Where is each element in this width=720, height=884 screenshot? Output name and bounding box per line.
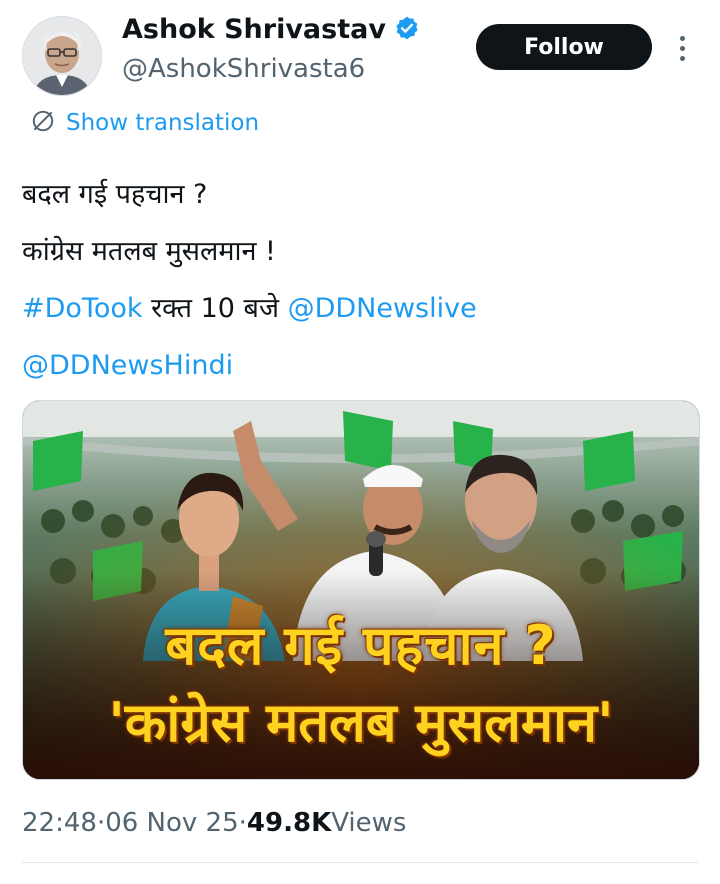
tweet-line-4: @DDNewsHindi [22,337,702,394]
show-translation-link[interactable]: Show translation [30,108,259,138]
author-handle[interactable]: @AshokShrivasta6 [122,54,365,84]
author-name-row[interactable]: Ashok Shrivastav [122,14,420,45]
more-vertical-icon [679,35,685,41]
more-options-button[interactable] [670,28,694,68]
mention-ddnewshindi-link[interactable]: @DDNewsHindi [22,350,233,381]
media-headline-1: बदल गई पहचान ? [165,614,557,677]
views-label: Views [331,808,407,838]
mention-ddnewslive-link[interactable]: @DDNewslive [288,293,477,324]
more-vertical-icon-dot [679,45,685,51]
tweet-line-3: #DoTook रक्त 10 बजे @DDNewslive [22,280,702,337]
views-count[interactable]: 49.8K [247,808,331,838]
tweet-date[interactable]: 06 Nov 25 [105,808,238,838]
divider [22,862,698,863]
media-headline-2: 'कांग्रेस मतलब मुसलमान' [108,691,614,754]
tweet-media-image[interactable]: बदल गई पहचान ? 'कांग्रेस मतलब मुसलमान' [22,400,700,780]
tweet-text: बदल गई पहचान ? कांग्रेस मतलब मुसलमान ! #… [22,166,702,394]
tweet-time-text: रक्त 10 बजे [142,293,288,324]
more-vertical-icon-dot [679,55,685,61]
translate-globe-icon [30,108,56,138]
tweet-time[interactable]: 22:48 [22,808,97,838]
follow-button[interactable]: Follow [476,24,652,70]
verified-badge-icon [394,15,420,45]
meta-separator: · [96,808,106,838]
meta-separator: · [238,808,247,838]
tweet-line-2: कांग्रेस मतलब मुसलमान ! [22,236,276,267]
avatar[interactable] [22,16,102,96]
hashtag-link[interactable]: #DoTook [22,293,143,324]
show-translation-label[interactable]: Show translation [66,110,259,136]
author-name[interactable]: Ashok Shrivastav [122,14,386,45]
avatar-photo [23,17,101,95]
tweet-line-1: बदल गई पहचान ? [22,179,208,210]
tweet-meta: 22:48 · 06 Nov 25 · 49.8K Views [22,808,406,838]
